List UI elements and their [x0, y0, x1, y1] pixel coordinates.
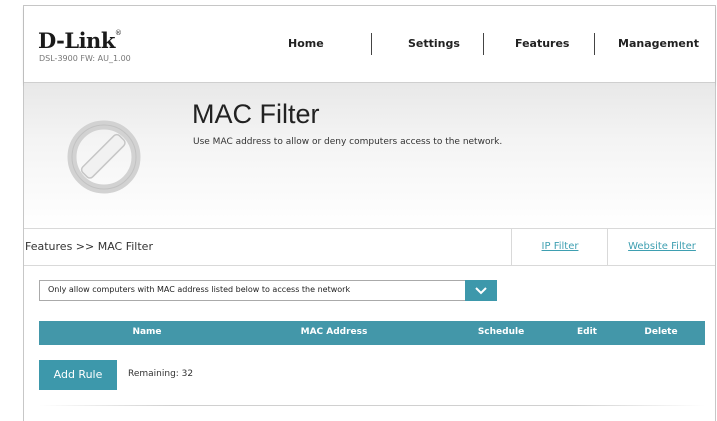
- page-title: MAC Filter: [192, 99, 320, 129]
- page-banner: MAC Filter Use MAC address to allow or d…: [24, 83, 715, 228]
- nav-features[interactable]: Features: [515, 37, 569, 50]
- remaining-count: Remaining: 32: [128, 369, 194, 379]
- mac-filter-table-header: Name MAC Address Schedule Edit Delete: [39, 321, 705, 345]
- add-rule-button[interactable]: Add Rule: [39, 360, 117, 390]
- no-entry-icon: [67, 120, 141, 194]
- column-edit: Edit: [577, 327, 597, 337]
- dlink-logo[interactable]: D-Link®: [38, 30, 122, 52]
- page-description: Use MAC address to allow or deny compute…: [193, 137, 503, 147]
- nav-divider: [483, 33, 484, 55]
- chevron-down-icon: [475, 287, 487, 295]
- nav-home[interactable]: Home: [288, 37, 324, 50]
- nav-divider: [371, 33, 372, 55]
- breadcrumb: Features >> MAC Filter: [25, 240, 153, 253]
- column-name: Name: [132, 327, 162, 337]
- filter-mode-value: Only allow computers with MAC address li…: [48, 285, 351, 294]
- column-delete: Delete: [644, 327, 678, 337]
- top-header: D-Link® DSL-3900 FW: AU_1.00 Home Settin…: [24, 6, 715, 83]
- router-admin-page: D-Link® DSL-3900 FW: AU_1.00 Home Settin…: [23, 5, 716, 421]
- firmware-info: DSL-3900 FW: AU_1.00: [39, 54, 131, 63]
- nav-settings[interactable]: Settings: [408, 37, 460, 50]
- column-schedule: Schedule: [477, 327, 525, 337]
- select-dropdown-button[interactable]: [465, 280, 497, 301]
- nav-divider: [594, 33, 595, 55]
- breadcrumb-bar: Features >> MAC Filter IP Filter Website…: [24, 228, 715, 266]
- section-divider: [39, 405, 705, 406]
- column-mac-address: MAC Address: [300, 327, 368, 337]
- nav-management[interactable]: Management: [618, 37, 699, 50]
- filter-mode-select[interactable]: Only allow computers with MAC address li…: [39, 280, 497, 301]
- tab-website-filter[interactable]: Website Filter: [607, 229, 716, 265]
- tab-ip-filter[interactable]: IP Filter: [511, 229, 608, 265]
